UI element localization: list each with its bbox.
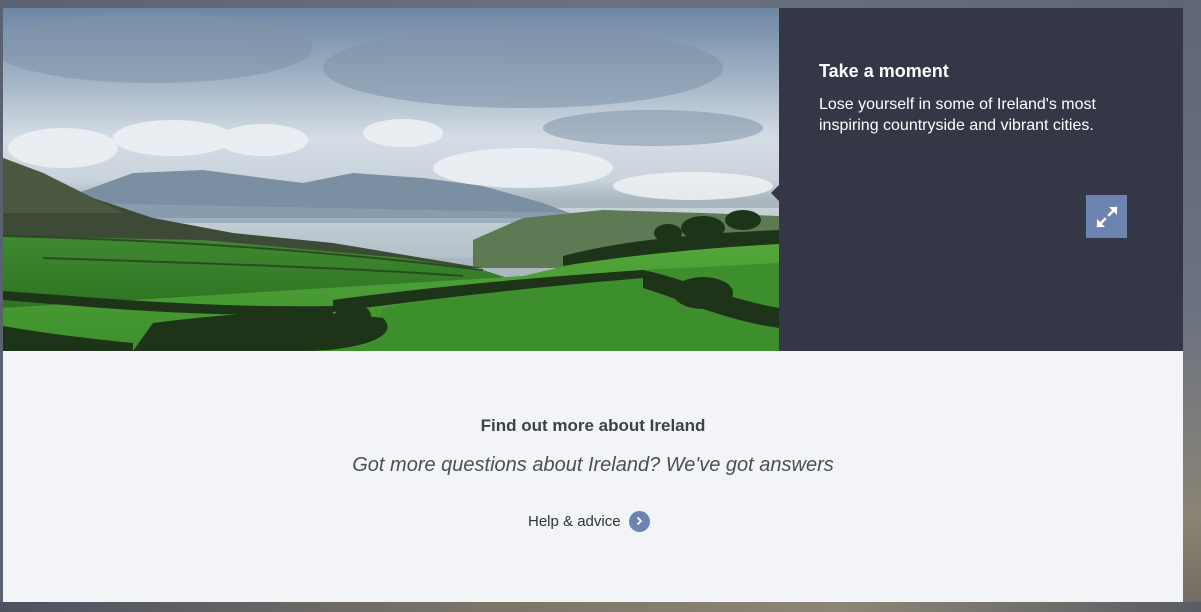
section-heading: Find out more about Ireland — [480, 416, 706, 435]
expand-arrows-icon — [1095, 205, 1118, 228]
help-advice-label: Help & advice — [528, 512, 621, 530]
page-backdrop-bottom — [0, 602, 1201, 612]
chevron-right-circle-icon — [628, 510, 650, 532]
expand-button[interactable] — [1086, 195, 1127, 238]
panel-pointer — [771, 184, 780, 202]
hero-text-panel: Take a moment Lose yourself in some of I… — [771, 8, 1183, 351]
hero-landscape-image — [3, 8, 779, 351]
page-backdrop-right — [1183, 0, 1201, 612]
help-advice-link[interactable]: Help & advice — [528, 510, 650, 532]
hero-section: Take a moment Lose yourself in some of I… — [3, 8, 1183, 351]
section-subheading: Got more questions about Ireland? We've … — [352, 454, 834, 476]
find-out-more-section: Find out more about Ireland Got more que… — [3, 351, 1183, 602]
panel-title: Take a moment — [819, 61, 949, 81]
page-backdrop-top — [0, 0, 1201, 8]
panel-description: Lose yourself in some of Ireland's most … — [819, 96, 1096, 134]
landscape-illustration — [3, 13, 779, 351]
